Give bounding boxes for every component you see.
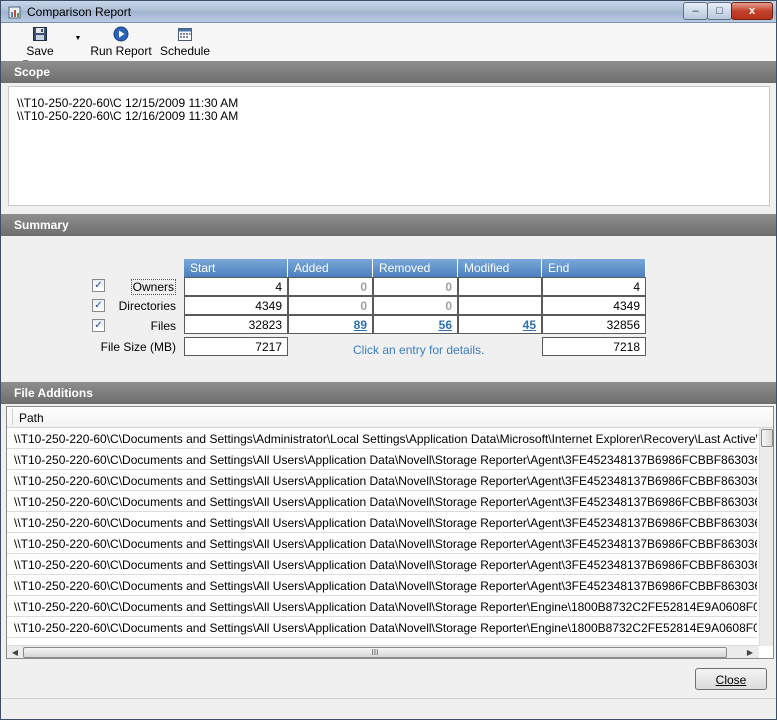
column-header-path[interactable]: Path bbox=[7, 407, 773, 428]
column-header-added: Added bbox=[288, 259, 373, 277]
list-item[interactable]: \\T10-250-220-60\C\Documents and Setting… bbox=[7, 428, 757, 449]
run-report-label: Run Report bbox=[90, 44, 152, 58]
files-start: 32823 bbox=[184, 315, 288, 334]
directories-added: 0 bbox=[288, 296, 373, 315]
row-label-files: Files bbox=[150, 319, 176, 333]
horizontal-scrollbar[interactable]: ◀ III ▶ bbox=[7, 645, 759, 658]
file-size-start: 7217 bbox=[184, 337, 288, 356]
column-header-removed: Removed bbox=[373, 259, 458, 277]
chevron-down-icon[interactable]: ▼ bbox=[73, 35, 83, 45]
close-button[interactable]: Close bbox=[695, 668, 767, 690]
column-header-modified: Modified bbox=[458, 259, 542, 277]
directories-start: 4349 bbox=[184, 296, 288, 315]
list-item[interactable]: \\T10-250-220-60\C\Documents and Setting… bbox=[7, 449, 757, 470]
file-additions-header: File Additions bbox=[1, 382, 776, 404]
directories-modified bbox=[458, 296, 542, 315]
summary-panel: Start Added Removed Modified End ✓ Owner… bbox=[1, 237, 776, 381]
column-header-start: Start bbox=[184, 259, 288, 277]
floppy-disk-icon bbox=[32, 26, 48, 42]
list-item[interactable]: \\T10-250-220-60\C\Documents and Setting… bbox=[7, 575, 757, 596]
owners-end: 4 bbox=[542, 277, 646, 296]
details-hint: Click an entry for details. bbox=[353, 343, 485, 357]
vertical-scroll-thumb[interactable] bbox=[761, 429, 773, 447]
directories-removed: 0 bbox=[373, 296, 458, 315]
scope-line: \\T10-250-220-60\C 12/16/2009 11:30 AM bbox=[17, 109, 239, 123]
owners-modified bbox=[458, 277, 542, 296]
row-label-file-size: File Size (MB) bbox=[100, 340, 176, 354]
path-header-label: Path bbox=[19, 411, 44, 425]
list-item[interactable]: \\T10-250-220-60\C\Documents and Setting… bbox=[7, 554, 757, 575]
row-label-directories: Directories bbox=[118, 299, 176, 313]
files-removed-link[interactable]: 56 bbox=[373, 315, 458, 334]
maximize-button[interactable]: □ bbox=[707, 2, 732, 20]
list-item[interactable]: \\T10-250-220-60\C\Documents and Setting… bbox=[7, 470, 757, 491]
calendar-icon bbox=[177, 26, 193, 42]
summary-header: Summary bbox=[1, 214, 776, 236]
row-label-owners: Owners bbox=[81, 279, 176, 295]
schedule-button[interactable]: Schedule bbox=[159, 26, 211, 60]
scroll-left-icon[interactable]: ◀ bbox=[8, 647, 22, 658]
horizontal-scroll-thumb[interactable]: III bbox=[23, 647, 727, 658]
vertical-scrollbar[interactable] bbox=[759, 428, 773, 646]
play-icon bbox=[113, 26, 129, 42]
owners-start: 4 bbox=[184, 277, 288, 296]
scope-header: Scope bbox=[1, 61, 776, 83]
owners-added: 0 bbox=[288, 277, 373, 296]
save-report-button[interactable]: Save Report bbox=[7, 26, 73, 72]
owners-removed: 0 bbox=[373, 277, 458, 296]
file-size-end: 7218 bbox=[542, 337, 646, 356]
schedule-label: Schedule bbox=[159, 44, 211, 58]
scroll-right-icon[interactable]: ▶ bbox=[743, 647, 757, 658]
list-item[interactable]: \\T10-250-220-60\C\Documents and Setting… bbox=[7, 596, 757, 617]
status-bar bbox=[1, 698, 776, 719]
run-report-button[interactable]: Run Report bbox=[89, 26, 153, 60]
minimize-button[interactable]: – bbox=[683, 2, 708, 20]
report-icon bbox=[7, 4, 23, 20]
scope-box: \\T10-250-220-60\C 12/15/2009 11:30 AM \… bbox=[8, 86, 770, 206]
files-added-link[interactable]: 89 bbox=[288, 315, 373, 334]
list-item[interactable]: \\T10-250-220-60\C\Documents and Setting… bbox=[7, 533, 757, 554]
close-label: Close bbox=[715, 673, 747, 687]
list-item[interactable]: \\T10-250-220-60\C\Documents and Setting… bbox=[7, 512, 757, 533]
files-modified-link[interactable]: 45 bbox=[458, 315, 542, 334]
file-additions-list: Path \\T10-250-220-60\C\Documents and Se… bbox=[6, 406, 774, 659]
owners-label-text: Owners bbox=[130, 279, 176, 295]
column-header-end: End bbox=[542, 259, 646, 277]
comparison-report-window: Comparison Report – □ x Save Report ▼ bbox=[0, 0, 777, 720]
close-window-button[interactable]: x bbox=[731, 2, 773, 20]
toolbar: Save Report ▼ Run Report bbox=[1, 23, 776, 72]
list-item[interactable]: \\T10-250-220-60\C\Documents and Setting… bbox=[7, 491, 757, 512]
window-title: Comparison Report bbox=[27, 5, 132, 19]
list-item[interactable]: \\T10-250-220-60\C\Documents and Setting… bbox=[7, 617, 757, 638]
files-end: 32856 bbox=[542, 315, 646, 334]
title-bar[interactable]: Comparison Report – □ x bbox=[1, 1, 776, 23]
directories-end: 4349 bbox=[542, 296, 646, 315]
column-separator bbox=[12, 409, 13, 425]
